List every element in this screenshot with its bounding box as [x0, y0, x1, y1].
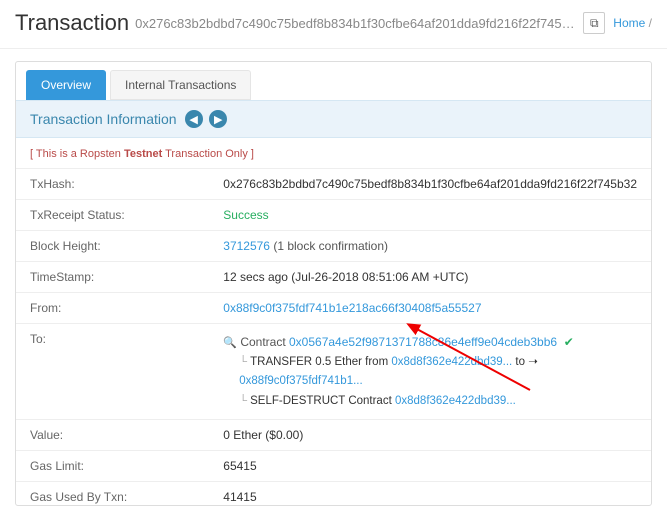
transfer-from-link[interactable]: 0x8d8f362e422dbd39... [391, 356, 512, 368]
row-time: TimeStamp:12 secs ago (Jul-26-2018 08:51… [16, 262, 651, 293]
from-address-link[interactable]: 0x88f9c0f375fdf741b1e218ac66f30408f5a555… [223, 301, 481, 315]
value-txhash: 0x276c83b2bdbd7c490c75bedf8b834b1f30cfbe… [209, 169, 651, 200]
value-to: 🔍 Contract 0x0567a4e52f9871371788c86e4ef… [209, 324, 651, 420]
selfdestruct-line: └ SELF-DESTRUCT Contract 0x8d8f362e422db… [223, 392, 637, 412]
label-from: From: [16, 293, 209, 324]
row-to: To: 🔍 Contract 0x0567a4e52f9871371788c86… [16, 324, 651, 420]
selfdestruct-link[interactable]: 0x8d8f362e422dbd39... [395, 395, 516, 407]
label-block: Block Height: [16, 231, 209, 262]
value-value: 0 Ether ($0.00) [209, 420, 651, 451]
page-title: Transaction [15, 10, 129, 36]
row-txhash: TxHash:0x276c83b2bdbd7c490c75bedf8b834b1… [16, 169, 651, 200]
row-gaslimit: Gas Limit:65415 [16, 451, 651, 482]
section-title: Transaction Information [30, 111, 177, 127]
transfer-to-link[interactable]: 0x88f9c0f375fdf741b1... [239, 375, 362, 387]
value-from: 0x88f9c0f375fdf741b1e218ac66f30408f5a555… [209, 293, 651, 324]
testnet-notice: [ This is a Ropsten Testnet Transaction … [16, 138, 651, 168]
breadcrumb-sep: / [649, 16, 652, 30]
section-header: Transaction Information ◀ ▶ [16, 100, 651, 138]
tx-nav-arrows: ◀ ▶ [185, 110, 231, 128]
search-icon[interactable]: 🔍 [223, 337, 237, 349]
block-link[interactable]: 3712576 [223, 239, 270, 253]
label-to: To: [16, 324, 209, 420]
label-value: Value: [16, 420, 209, 451]
check-icon: ✔ [564, 335, 574, 349]
tx-table: TxHash:0x276c83b2bdbd7c490c75bedf8b834b1… [16, 168, 651, 506]
row-block: Block Height:3712576 (1 block confirmati… [16, 231, 651, 262]
label-txhash: TxHash: [16, 169, 209, 200]
label-gaslimit: Gas Limit: [16, 451, 209, 482]
label-gasused: Gas Used By Txn: [16, 482, 209, 506]
value-gaslimit: 65415 [209, 451, 651, 482]
value-gasused: 41415 [209, 482, 651, 506]
block-conf: (1 block confirmation) [270, 239, 388, 253]
copy-hash-button[interactable]: ⧉ [583, 12, 605, 34]
transfer-line: └ TRANSFER 0.5 Ether from 0x8d8f362e422d… [223, 353, 637, 392]
label-status: TxReceipt Status: [16, 200, 209, 231]
contract-word: Contract [240, 335, 289, 349]
page-heading: Transaction 0x276c83b2bdbd7c490c75bedf8b… [0, 0, 667, 49]
value-block: 3712576 (1 block confirmation) [209, 231, 651, 262]
prev-tx-button[interactable]: ◀ [185, 110, 203, 128]
next-tx-button[interactable]: ▶ [209, 110, 227, 128]
value-status: Success [209, 200, 651, 231]
breadcrumb-home-link[interactable]: Home [613, 16, 645, 30]
row-value: Value:0 Ether ($0.00) [16, 420, 651, 451]
tabs: Overview Internal Transactions [16, 62, 651, 100]
row-status: TxReceipt Status:Success [16, 200, 651, 231]
tab-internal[interactable]: Internal Transactions [110, 70, 251, 100]
value-time: 12 secs ago (Jul-26-2018 08:51:06 AM +UT… [209, 262, 651, 293]
tab-overview[interactable]: Overview [26, 70, 106, 100]
breadcrumb: Home / [613, 16, 652, 30]
to-contract-link[interactable]: 0x0567a4e52f9871371788c86e4eff9e04cdeb3b… [289, 335, 557, 349]
heading-hash: 0x276c83b2bdbd7c490c75bedf8b834b1f30cfbe… [135, 16, 577, 31]
row-from: From: 0x88f9c0f375fdf741b1e218ac66f30408f… [16, 293, 651, 324]
row-gasused: Gas Used By Txn:41415 [16, 482, 651, 506]
tx-panel: Overview Internal Transactions Transacti… [15, 61, 652, 506]
label-time: TimeStamp: [16, 262, 209, 293]
